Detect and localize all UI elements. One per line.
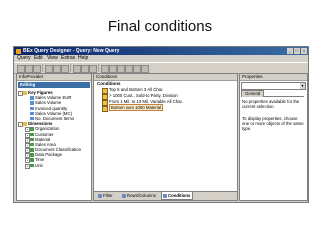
- properties-hint: To display properties, choose one or mor…: [242, 116, 304, 132]
- filter-icon: [98, 194, 102, 198]
- query-designer-window: BEx Query Designer - Query: New Query _ …: [13, 46, 309, 203]
- conditions-view-icon[interactable]: [125, 65, 133, 73]
- condition-item[interactable]: Top 5 and Bottom 3 All Char.: [102, 87, 164, 94]
- tab-filter[interactable]: Filter: [97, 192, 115, 199]
- app-icon: [16, 48, 21, 54]
- dimension-icon: [30, 163, 34, 168]
- minimize-button[interactable]: _: [287, 48, 293, 54]
- keyfigure-icon: [30, 116, 34, 121]
- condition-label: Bottom sum 1000 Material: [109, 104, 164, 111]
- menu-view[interactable]: View: [47, 55, 58, 62]
- tab-conditions-label: Conditions: [168, 193, 191, 198]
- dimension-icon: [30, 127, 34, 131]
- close-button[interactable]: ×: [301, 48, 307, 54]
- menu-edit[interactable]: Edit: [34, 55, 43, 62]
- properties-message: No properties available for the current …: [242, 99, 300, 110]
- conditions-icon: [163, 194, 167, 198]
- tab-rows-columns-label: Rows/Columns: [127, 193, 156, 198]
- condition-item-selected[interactable]: Bottom sum 1000 Material: [102, 104, 164, 112]
- execute-icon[interactable]: [45, 65, 53, 73]
- paste-icon[interactable]: [89, 65, 97, 73]
- dimension-icon: [30, 137, 34, 142]
- condition-icon: [102, 106, 108, 112]
- toolbar-separator: [70, 64, 71, 72]
- chevron-down-icon[interactable]: ▼: [300, 83, 305, 89]
- folder-icon: [23, 91, 27, 95]
- infoprovider-select[interactable]: Editing: [18, 82, 90, 88]
- condition-label: Top 5 and Bottom 3 All Char.: [109, 87, 164, 92]
- properties-header: Properties: [240, 74, 307, 81]
- toolbar-separator: [98, 64, 99, 72]
- properties-tabbar: General: [241, 90, 304, 97]
- folder-icon: [23, 122, 27, 126]
- keyfigure-icon: [30, 106, 34, 111]
- toolbar-separator: [42, 64, 43, 72]
- open-query-icon[interactable]: [25, 65, 33, 73]
- keyfigure-icon: [30, 101, 34, 105]
- menu-query[interactable]: Query: [17, 55, 31, 62]
- conditions-header: Conditions: [94, 74, 237, 81]
- dimension-icon: [30, 153, 34, 157]
- properties-icon[interactable]: [61, 65, 69, 73]
- properties-panel: Properties ▼ General No properties avail…: [239, 73, 308, 201]
- conditions-root[interactable]: Conditions: [97, 81, 121, 86]
- infoprovider-tree: - Key Figures Sales Volume EUR Sales Volume…: [18, 90, 90, 169]
- menubar: Query Edit View Extras Help: [14, 55, 308, 62]
- cells-view-icon[interactable]: [117, 65, 125, 73]
- condition-label: > 1000 Cust., Sold-to Party, Division: [109, 93, 178, 98]
- slide-title: Final conditions: [107, 18, 213, 35]
- check-query-icon[interactable]: [53, 65, 61, 73]
- menu-help[interactable]: Help: [78, 55, 88, 62]
- condition-item[interactable]: > 1000 Cust., Sold-to Party, Division: [102, 93, 178, 100]
- view-tabs: Filter Rows/Columns Conditions: [94, 191, 237, 200]
- window-titlebar: BEx Query Designer - Query: New Query _ …: [14, 47, 308, 55]
- tree-item[interactable]: + Unit: [18, 162, 90, 169]
- rows-columns-view-icon[interactable]: [109, 65, 117, 73]
- copy-icon[interactable]: [81, 65, 89, 73]
- tab-conditions[interactable]: Conditions: [161, 192, 194, 200]
- tree-item-label: Unit: [35, 162, 43, 168]
- infoprovider-panel: InfoProvider Editing - Key Figures Sales V…: [16, 73, 92, 201]
- keyfigure-icon: [30, 111, 34, 116]
- keyfigure-icon: [30, 96, 34, 100]
- new-query-icon[interactable]: [17, 65, 25, 73]
- tab-filter-label: Filter: [103, 193, 113, 198]
- dimension-icon: [30, 148, 34, 152]
- save-query-icon[interactable]: [33, 65, 41, 73]
- dimension-icon: [30, 142, 34, 147]
- window-title: BEx Query Designer - Query: New Query: [23, 48, 120, 54]
- properties-object-select[interactable]: ▼: [241, 82, 306, 90]
- exceptions-view-icon[interactable]: [133, 65, 141, 73]
- infoprovider-header: InfoProvider: [17, 74, 91, 81]
- tab-general[interactable]: General: [241, 90, 265, 97]
- menu-extras[interactable]: Extras: [61, 55, 75, 62]
- maximize-button[interactable]: □: [294, 48, 300, 54]
- rows-columns-icon: [122, 194, 126, 198]
- filter-view-icon[interactable]: [101, 65, 109, 73]
- tab-rows-columns[interactable]: Rows/Columns: [121, 192, 158, 199]
- tasks-icon[interactable]: [141, 65, 149, 73]
- cut-icon[interactable]: [73, 65, 81, 73]
- dimension-icon: [30, 158, 34, 162]
- conditions-panel: Conditions Conditions Top 5 and Bottom 3…: [93, 73, 238, 201]
- dimension-icon: [30, 132, 34, 136]
